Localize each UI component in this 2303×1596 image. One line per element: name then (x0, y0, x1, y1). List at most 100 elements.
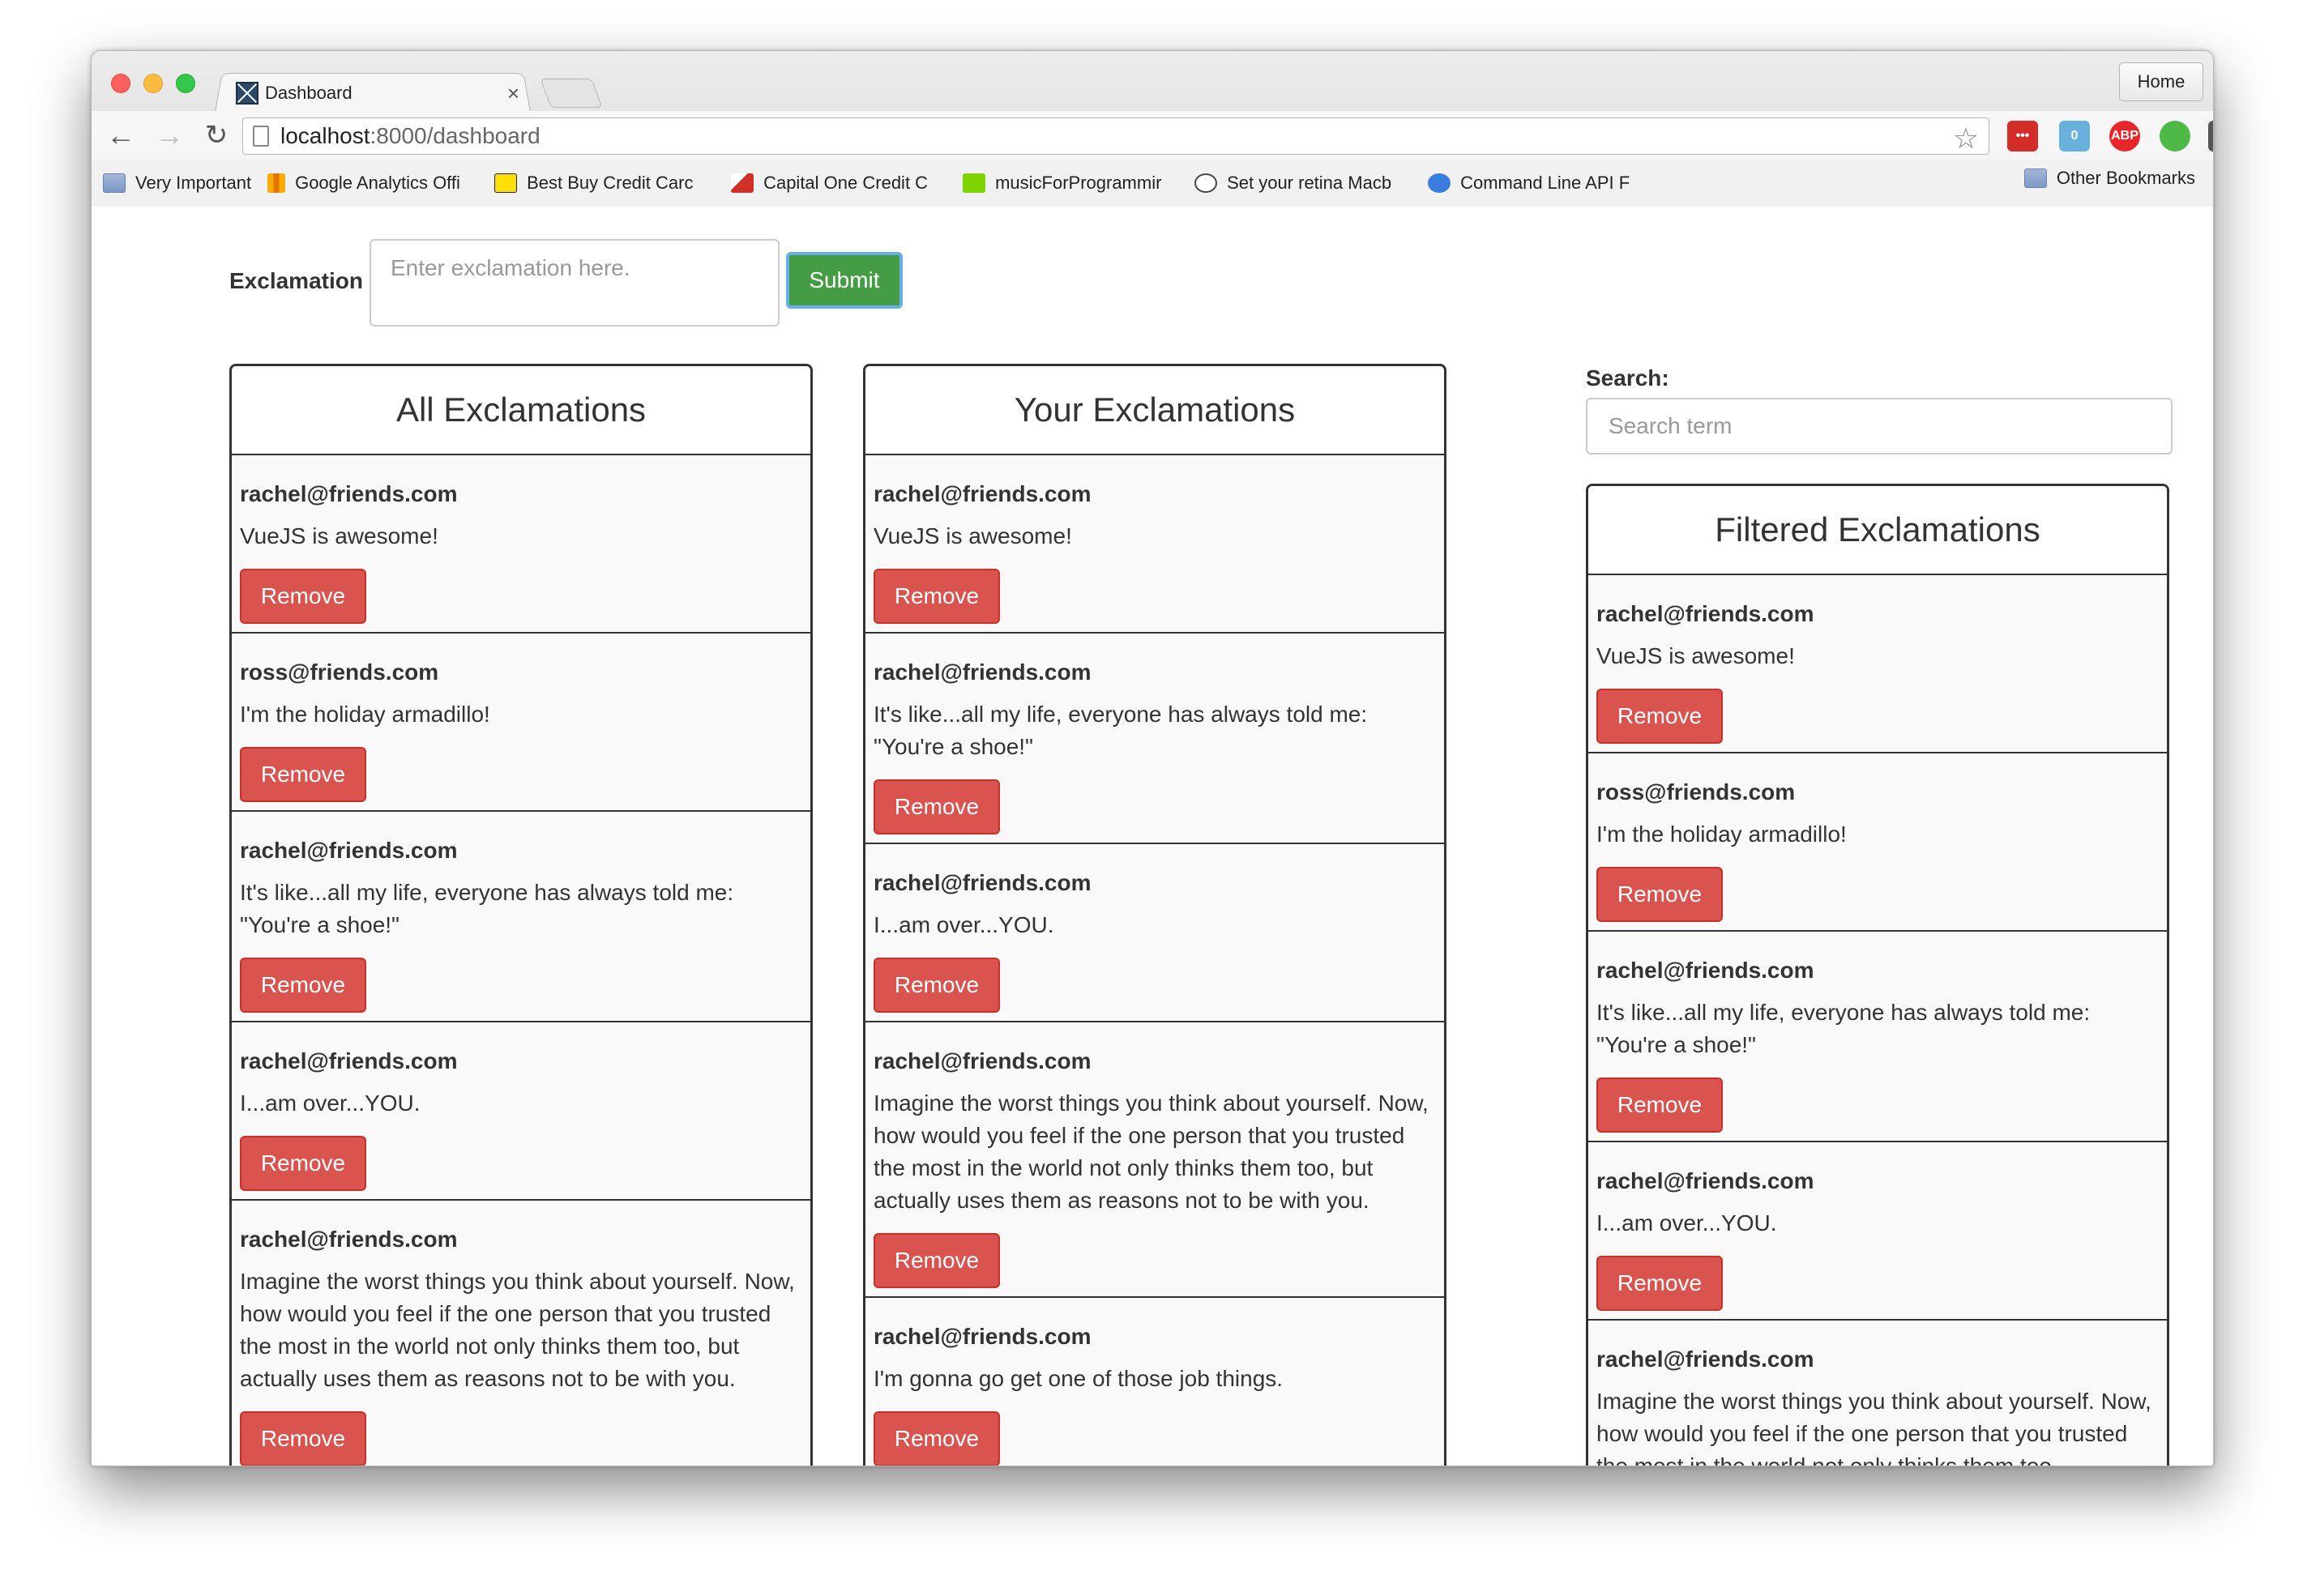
item-email: ross@friends.com (240, 659, 439, 685)
remove-button[interactable]: Remove (1596, 867, 1723, 922)
bookmark-star-icon[interactable]: ☆ (1953, 122, 1979, 156)
item-email: rachel@friends.com (874, 870, 1092, 895)
item-email: rachel@friends.com (874, 481, 1092, 506)
remove-button[interactable]: Remove (240, 569, 366, 624)
item-email: rachel@friends.com (874, 659, 1092, 685)
folder-icon (2023, 169, 2047, 188)
remove-button[interactable]: Remove (874, 1411, 1000, 1466)
exclamation-form: Exclamation Enter exclamation here. Subm… (229, 239, 903, 326)
adblock-icon[interactable]: ABP (2109, 121, 2140, 151)
tab-close-icon[interactable]: × (507, 81, 519, 106)
list-item: rachel@friends.com Imagine the worst thi… (232, 1201, 810, 1466)
bookmarks-bar: Very Important Google Analytics Offi Bes… (92, 160, 2213, 207)
item-email: rachel@friends.com (240, 481, 458, 506)
item-email: rachel@friends.com (1596, 958, 1814, 983)
item-text: VueJS is awesome! (1596, 643, 1795, 668)
remove-button[interactable]: Remove (1596, 1078, 1723, 1133)
list-item: ross@friends.com I'm the holiday armadil… (232, 634, 810, 812)
folder-icon (103, 173, 126, 193)
bookmark-item[interactable]: Command Line API F (1428, 173, 1643, 194)
list-item: rachel@friends.com VueJS is awesome! Rem… (232, 455, 810, 634)
remove-button[interactable]: Remove (240, 1411, 366, 1466)
filtered-exclamations-panel: Filtered Exclamations rachel@friends.com… (1586, 484, 2169, 1466)
item-text: I...am over...YOU. (240, 1090, 421, 1116)
forward-arrow-icon[interactable]: → (153, 118, 186, 151)
item-text: VueJS is awesome! (874, 523, 1072, 548)
list-item: rachel@friends.com I...am over...YOU. Re… (232, 1022, 810, 1201)
tab-strip: Dashboard × Home (92, 51, 2213, 113)
item-text: VueJS is awesome! (240, 523, 438, 548)
other-bookmarks[interactable]: Other Bookmarks (2023, 168, 2195, 189)
item-email: rachel@friends.com (240, 1048, 458, 1073)
remove-button[interactable]: Remove (874, 569, 1000, 624)
reddit-icon (1194, 173, 1218, 193)
list-item: rachel@friends.com It's like...all my li… (865, 634, 1444, 844)
item-email: rachel@friends.com (240, 838, 458, 863)
ghostery-icon[interactable]: 0 (2059, 121, 2090, 151)
your-exclamations-panel: Your Exclamations rachel@friends.com Vue… (863, 364, 1446, 1466)
remove-button[interactable]: Remove (240, 747, 366, 802)
url-text: localhost:8000/dashboard (280, 123, 540, 148)
item-text: It's like...all my life, everyone has al… (1596, 1000, 2091, 1057)
home-button[interactable]: Home (2119, 62, 2203, 101)
bookmark-item[interactable]: Capital One Credit C (731, 173, 946, 194)
evernote-icon[interactable] (2160, 121, 2190, 151)
music-icon (963, 173, 986, 193)
back-arrow-icon[interactable]: ← (105, 118, 137, 151)
bookmark-item[interactable]: Best Buy Credit Carc (494, 173, 715, 194)
pocket-icon[interactable] (2208, 121, 2213, 151)
gear-icon (1428, 173, 1451, 193)
item-email: rachel@friends.com (1596, 1346, 1814, 1372)
remove-button[interactable]: Remove (874, 779, 1000, 834)
tab-dashboard-content[interactable]: Dashboard × (236, 77, 528, 109)
close-window-button[interactable] (111, 74, 130, 93)
panel-title: Your Exclamations (865, 366, 1444, 455)
address-bar[interactable]: localhost:8000/dashboard ☆ (242, 117, 1989, 155)
bookmark-item[interactable]: Set your retina Macb (1194, 173, 1412, 194)
item-text: Imagine the worst things you think about… (874, 1090, 1429, 1213)
page-icon (253, 126, 269, 147)
item-text: I'm the holiday armadillo! (240, 702, 490, 727)
remove-button[interactable]: Remove (1596, 689, 1723, 744)
exclamation-input[interactable]: Enter exclamation here. (369, 239, 780, 326)
search-input[interactable]: Search term (1586, 398, 2173, 454)
list-item: rachel@friends.com It's like...all my li… (232, 812, 810, 1022)
page-content: Exclamation Enter exclamation here. Subm… (92, 207, 2213, 1466)
list-item: rachel@friends.com I'm gonna go get one … (865, 1298, 1444, 1466)
bookmark-item[interactable]: musicForProgrammir (963, 173, 1178, 194)
remove-button[interactable]: Remove (1596, 1256, 1723, 1311)
remove-button[interactable]: Remove (240, 1136, 366, 1191)
reload-icon[interactable]: ↻ (200, 119, 233, 151)
all-exclamations-panel: All Exclamations rachel@friends.com VueJ… (229, 364, 813, 1466)
item-text: It's like...all my life, everyone has al… (240, 880, 734, 937)
lastpass-icon[interactable]: ••• (2007, 121, 2038, 151)
remove-button[interactable]: Remove (874, 1233, 1000, 1288)
item-email: rachel@friends.com (240, 1227, 458, 1252)
list-item: ross@friends.com I'm the holiday armadil… (1588, 753, 2167, 932)
remove-button[interactable]: Remove (240, 958, 366, 1013)
remove-button[interactable]: Remove (874, 958, 1000, 1013)
item-text: It's like...all my life, everyone has al… (874, 702, 1368, 759)
zoom-window-button[interactable] (176, 74, 195, 93)
analytics-icon (267, 173, 286, 193)
item-text: I'm gonna go get one of those job things… (874, 1366, 1284, 1391)
item-email: rachel@friends.com (874, 1324, 1092, 1349)
item-text: I'm the holiday armadillo! (1596, 821, 1847, 847)
capitalone-icon (731, 173, 754, 193)
item-email: rachel@friends.com (874, 1048, 1092, 1073)
bookmark-item[interactable]: Google Analytics Offi (267, 173, 478, 194)
list-item: rachel@friends.com It's like...all my li… (1588, 932, 2167, 1142)
item-email: rachel@friends.com (1596, 601, 1814, 626)
item-email: rachel@friends.com (1596, 1168, 1814, 1193)
search-label: Search: (1586, 365, 1669, 390)
minimize-window-button[interactable] (143, 74, 163, 93)
browser-window: Dashboard × Home ← → ↻ localhost:8000/da… (91, 50, 2214, 1466)
bookmark-item[interactable]: Very Important (103, 173, 251, 194)
item-text: I...am over...YOU. (1596, 1210, 1777, 1235)
item-text: I...am over...YOU. (874, 912, 1054, 937)
list-item: rachel@friends.com VueJS is awesome! Rem… (1588, 575, 2167, 753)
site-favicon-icon (236, 82, 258, 105)
list-item: rachel@friends.com I...am over...YOU. Re… (1588, 1142, 2167, 1321)
new-tab-button[interactable] (540, 79, 603, 108)
submit-button[interactable]: Submit (785, 252, 903, 309)
